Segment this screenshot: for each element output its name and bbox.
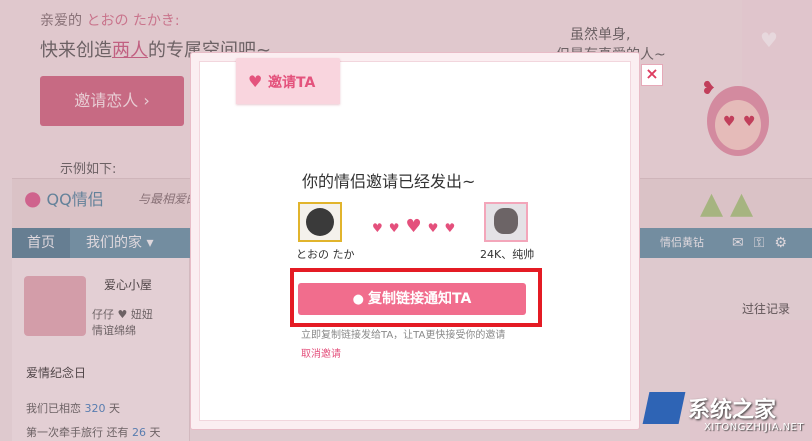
watermark-brand: 系统之家 [688,398,777,423]
copy-link-button[interactable]: ● 复制链接通知TA [298,283,526,315]
avatar-photo [494,208,518,234]
invite-dialog [190,52,640,430]
user-avatar [298,202,342,242]
heart-icon: ♥ [248,72,263,91]
heart-icon: ♥ [372,221,389,235]
heart-icon: ♥ [388,221,406,235]
tab-label: 邀请TA [268,75,316,91]
partner-name-label: 24K、纯帅 [480,248,535,261]
qq-penguin-icon: ● [352,292,365,307]
tab-invite: ♥ 邀请TA [236,58,340,104]
heart-icon: ♥ [405,216,428,237]
hint-text: 立即复制链接发给TA，让TA更快接受你的邀请 [301,330,506,341]
heart-icon: ♥ [427,221,445,235]
sent-message: 你的情侣邀请已经发出~ [302,172,476,191]
watermark-url: XITONGZHIJIA.NET [704,422,804,433]
watermark: 系统之家 XITONGZHIJIA.NET [640,388,812,441]
heart-icon: ♥ [444,221,462,235]
user-name-label: とおの たか [296,248,355,261]
hearts-row: ♥♥♥♥♥ [372,216,461,237]
dialog-body [199,61,631,421]
partner-avatar [484,202,528,242]
copy-link-label: 复制链接通知TA [368,291,472,307]
cancel-invite-link[interactable]: 取消邀请 [301,345,341,360]
watermark-logo-icon [642,392,686,424]
close-button[interactable]: × [641,64,663,86]
avatar-photo [306,208,334,236]
